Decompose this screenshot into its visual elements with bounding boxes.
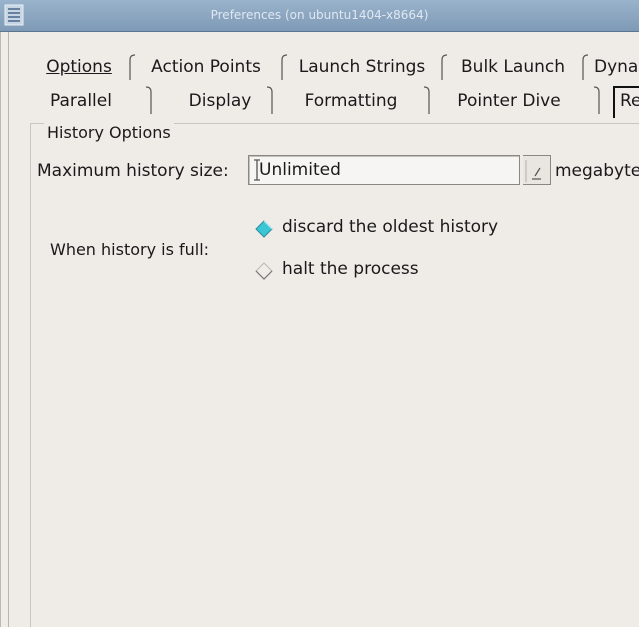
history-options-title: History Options: [44, 123, 174, 142]
tab-separator: [129, 54, 136, 80]
radio-unselected-icon: [255, 262, 273, 280]
tab-separator: [423, 86, 430, 114]
tab-display-label: Display: [188, 91, 252, 111]
text-cursor-icon: [254, 159, 260, 181]
tab-panel-body: [30, 338, 639, 627]
tab-action-points[interactable]: Action Points: [143, 52, 269, 82]
radio-selected-icon: [255, 220, 273, 238]
tab-action-points-label: Action Points: [151, 57, 261, 77]
history-size-dropdown-button[interactable]: [523, 155, 551, 185]
tab-bulk-launch[interactable]: Bulk Launch: [453, 52, 573, 82]
tab-replay-label: Re: [620, 91, 639, 111]
title-bar[interactable]: Preferences (on ubuntu1404-x8664): [0, 0, 639, 32]
tab-options-label: Options: [46, 57, 112, 77]
tab-separator: [266, 86, 273, 114]
tab-separator: [145, 86, 152, 114]
tab-separator: [593, 86, 600, 114]
history-size-units-label: megabyte: [555, 161, 639, 181]
tab-display[interactable]: Display: [165, 86, 275, 116]
tab-replay[interactable]: Re: [620, 86, 639, 116]
dropdown-arrow-icon: [525, 160, 541, 182]
window-frame-edge: [0, 32, 1, 627]
tab-formatting-label: Formatting: [304, 91, 398, 111]
tab-parallel-label: Parallel: [50, 91, 112, 111]
tab-launch-strings[interactable]: Launch Strings: [292, 52, 432, 82]
tab-dynamic-label: Dyna: [594, 57, 639, 77]
max-history-size-label: Maximum history size:: [37, 161, 229, 181]
max-history-size-input[interactable]: [248, 155, 520, 185]
tab-pointer-dive[interactable]: Pointer Dive: [444, 86, 574, 116]
radio-discard-oldest-label: discard the oldest history: [282, 217, 499, 237]
tab-pointer-dive-label: Pointer Dive: [457, 91, 561, 111]
tab-bulk-launch-label: Bulk Launch: [461, 57, 565, 77]
tab-dynamic[interactable]: Dyna: [594, 52, 639, 82]
when-history-full-label: When history is full:: [50, 240, 210, 259]
tab-launch-strings-label: Launch Strings: [298, 57, 426, 77]
radio-halt-process-label: halt the process: [282, 259, 419, 279]
tab-separator: [441, 54, 448, 80]
tab-separator: [281, 54, 288, 80]
tab-formatting[interactable]: Formatting: [286, 86, 416, 116]
tab-options[interactable]: Options: [42, 52, 116, 82]
window-frame: [0, 32, 9, 627]
tab-parallel[interactable]: Parallel: [38, 86, 124, 116]
window-title: Preferences (on ubuntu1404-x8664): [210, 8, 429, 22]
tab-separator: [582, 54, 589, 80]
preferences-window: Preferences (on ubuntu1404-x8664) Option…: [0, 0, 639, 627]
